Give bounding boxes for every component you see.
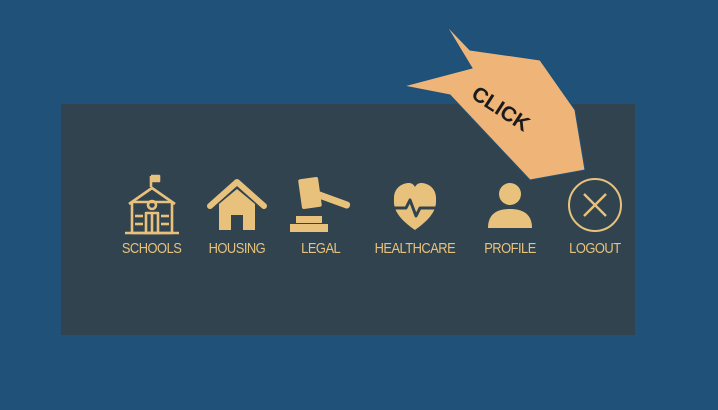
nav-item-schools[interactable]: SCHOOLS: [119, 174, 185, 266]
nav-item-housing[interactable]: HOUSING: [204, 174, 270, 266]
user-icon: [477, 174, 543, 236]
nav-label-housing: HOUSING: [208, 240, 266, 257]
nav-label-schools: SCHOOLS: [122, 240, 182, 257]
nav-label-legal: LEGAL: [301, 240, 341, 257]
school-icon: [119, 174, 185, 236]
nav-item-profile[interactable]: PROFILE: [477, 174, 543, 266]
nav-label-profile: PROFILE: [484, 240, 536, 257]
nav-item-healthcare[interactable]: HEALTHCARE: [372, 174, 458, 266]
close-circle-icon: [562, 174, 628, 236]
nav-item-logout[interactable]: LOGOUT: [562, 174, 628, 266]
heart-pulse-icon: [372, 174, 458, 236]
gavel-icon: [288, 174, 354, 236]
nav-item-legal[interactable]: LEGAL: [288, 174, 354, 266]
house-icon: [204, 174, 270, 236]
nav-label-healthcare: HEALTHCARE: [374, 240, 456, 257]
nav-label-logout: LOGOUT: [569, 240, 621, 257]
